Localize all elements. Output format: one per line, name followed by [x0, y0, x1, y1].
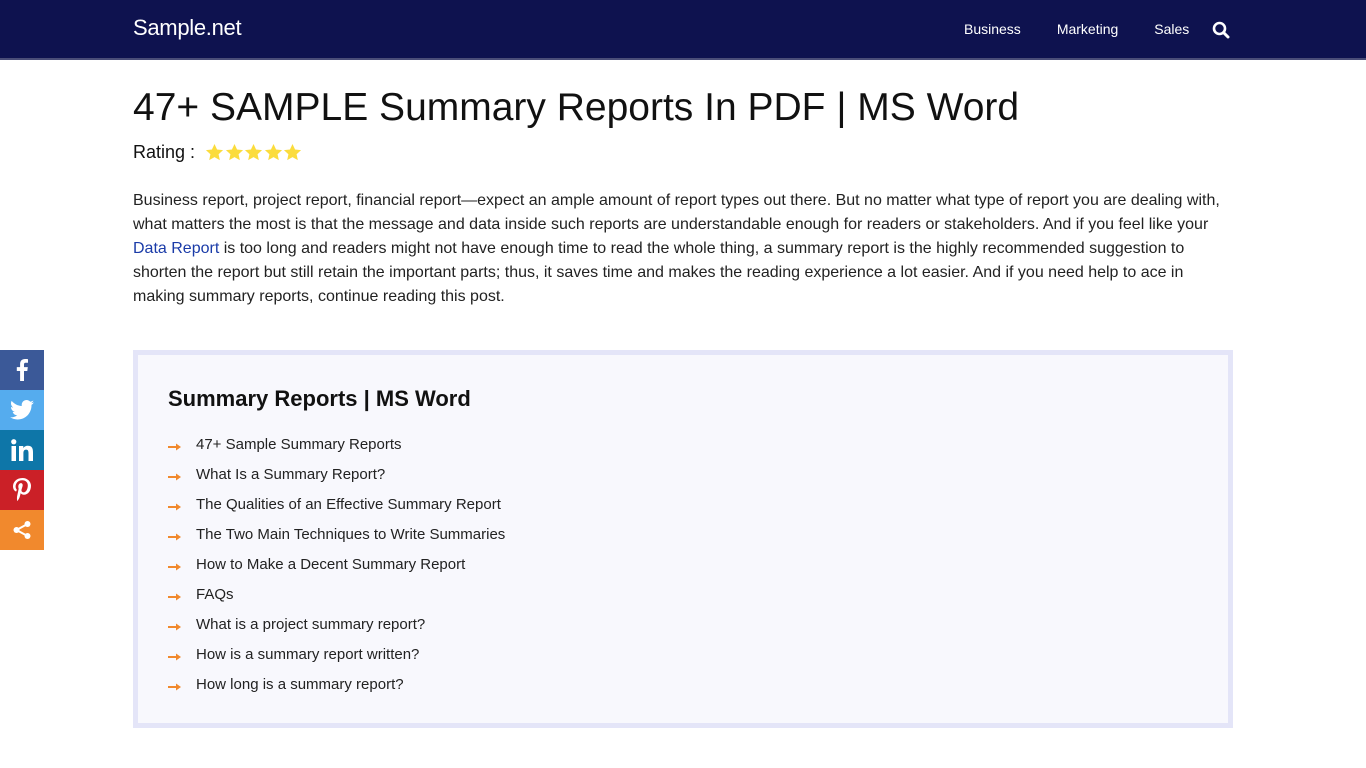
- pinterest-icon: [13, 478, 31, 501]
- star-icon: [225, 143, 244, 162]
- toc-title: Summary Reports | MS Word: [168, 386, 471, 411]
- share-icon: [13, 521, 31, 539]
- arrow-right-icon: [168, 649, 182, 661]
- intro-paragraph: Business report, project report, financi…: [133, 189, 1233, 309]
- toc-link[interactable]: The Qualities of an Effective Summary Re…: [196, 496, 501, 513]
- toc-link[interactable]: How long is a summary report?: [196, 676, 404, 693]
- site-logo[interactable]: Sample.net: [133, 15, 242, 41]
- star-icon: [264, 143, 283, 162]
- arrow-right-icon: [168, 559, 182, 571]
- more-share-button[interactable]: [0, 510, 44, 550]
- search-icon[interactable]: [1212, 21, 1230, 39]
- star-icon: [283, 143, 302, 162]
- rating-label: Rating :: [133, 142, 196, 162]
- page-title: 47+ SAMPLE Summary Reports In PDF | MS W…: [133, 86, 1020, 129]
- data-report-link[interactable]: Data Report: [133, 240, 219, 257]
- rating-stars: [205, 143, 303, 162]
- toc-item: What is a project summary report?: [168, 609, 505, 639]
- linkedin-icon: [11, 439, 33, 461]
- toc-item: How is a summary report written?: [168, 639, 505, 669]
- intro-text-1: Business report, project report, financi…: [133, 192, 1220, 233]
- toc-link[interactable]: FAQs: [196, 586, 234, 603]
- intro-text-2: is too long and readers might not have e…: [133, 240, 1185, 305]
- top-navbar: Sample.net Business Marketing Sales: [0, 0, 1366, 60]
- toc-link[interactable]: How to Make a Decent Summary Report: [196, 556, 465, 573]
- toc-link[interactable]: What Is a Summary Report?: [196, 466, 385, 483]
- arrow-right-icon: [168, 439, 182, 451]
- arrow-right-icon: [168, 529, 182, 541]
- nav-item-marketing[interactable]: Marketing: [1057, 21, 1118, 37]
- arrow-right-icon: [168, 619, 182, 631]
- toc-list: 47+ Sample Summary Reports What Is a Summ…: [168, 429, 505, 699]
- toc-item: The Qualities of an Effective Summary Re…: [168, 489, 505, 519]
- facebook-share-button[interactable]: [0, 350, 44, 390]
- nav-item-sales[interactable]: Sales: [1154, 21, 1189, 37]
- arrow-right-icon: [168, 499, 182, 511]
- toc-item: How long is a summary report?: [168, 669, 505, 699]
- table-of-contents: Summary Reports | MS Word 47+ Sample Sum…: [133, 350, 1233, 728]
- linkedin-share-button[interactable]: [0, 430, 44, 470]
- twitter-share-button[interactable]: [0, 390, 44, 430]
- twitter-icon: [10, 400, 34, 420]
- social-share-bar: [0, 350, 44, 550]
- star-icon: [244, 143, 263, 162]
- toc-link[interactable]: 47+ Sample Summary Reports: [196, 436, 402, 453]
- toc-item: FAQs: [168, 579, 505, 609]
- toc-link[interactable]: What is a project summary report?: [196, 616, 425, 633]
- pinterest-share-button[interactable]: [0, 470, 44, 510]
- rating: Rating :: [133, 142, 303, 163]
- toc-item: The Two Main Techniques to Write Summari…: [168, 519, 505, 549]
- nav-item-business[interactable]: Business: [964, 21, 1021, 37]
- facebook-icon: [16, 359, 28, 381]
- arrow-right-icon: [168, 469, 182, 481]
- toc-item: What Is a Summary Report?: [168, 459, 505, 489]
- main-nav: Business Marketing Sales: [964, 21, 1225, 37]
- toc-item: How to Make a Decent Summary Report: [168, 549, 505, 579]
- toc-link[interactable]: The Two Main Techniques to Write Summari…: [196, 526, 505, 543]
- toc-item: 47+ Sample Summary Reports: [168, 429, 505, 459]
- arrow-right-icon: [168, 679, 182, 691]
- toc-link[interactable]: How is a summary report written?: [196, 646, 419, 663]
- star-icon: [205, 143, 224, 162]
- arrow-right-icon: [168, 589, 182, 601]
